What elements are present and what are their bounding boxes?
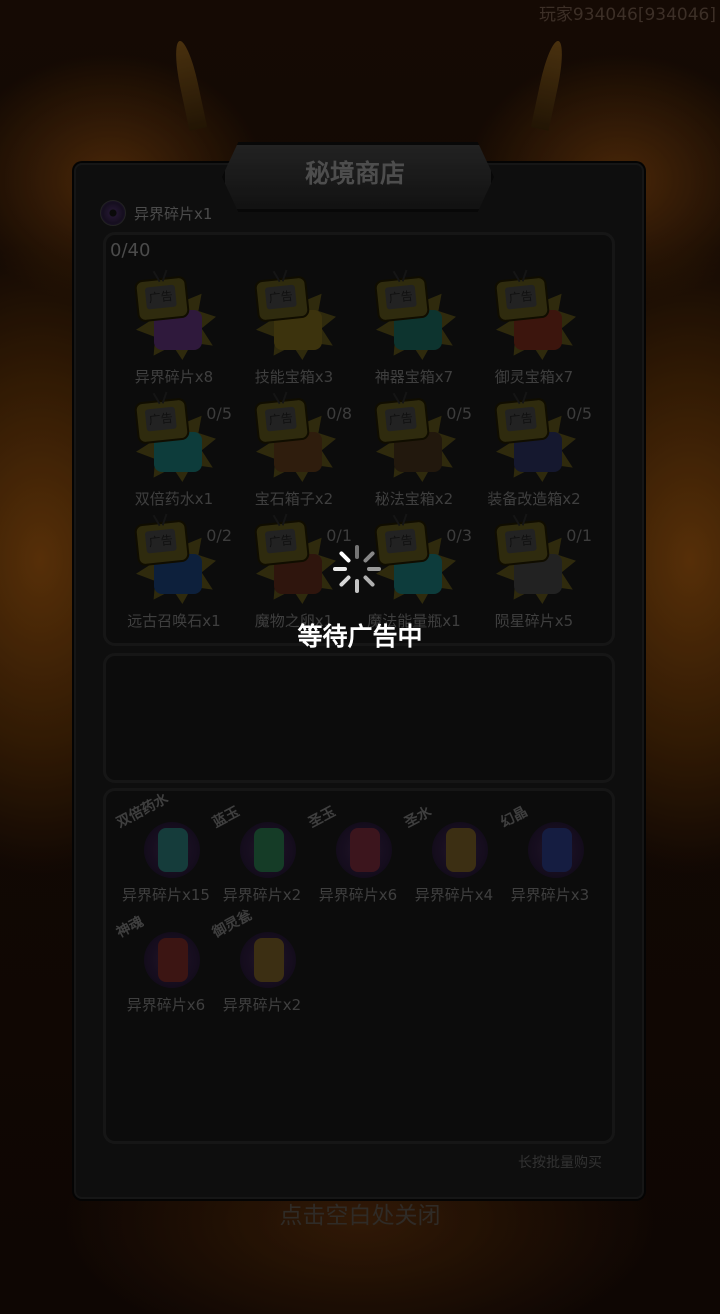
spinner-spoke bbox=[338, 574, 352, 588]
loading-overlay bbox=[0, 0, 720, 1314]
spinner-spoke bbox=[367, 567, 381, 571]
spinner-spoke bbox=[362, 574, 376, 588]
spinner-spoke bbox=[333, 567, 347, 571]
spinner-spoke bbox=[355, 545, 359, 559]
loading-text: 等待广告中 bbox=[297, 622, 423, 651]
spinner-spoke bbox=[355, 579, 359, 593]
spinner-spoke bbox=[338, 550, 352, 564]
spinner-spoke bbox=[362, 550, 376, 564]
loading-spinner-icon bbox=[333, 545, 381, 593]
